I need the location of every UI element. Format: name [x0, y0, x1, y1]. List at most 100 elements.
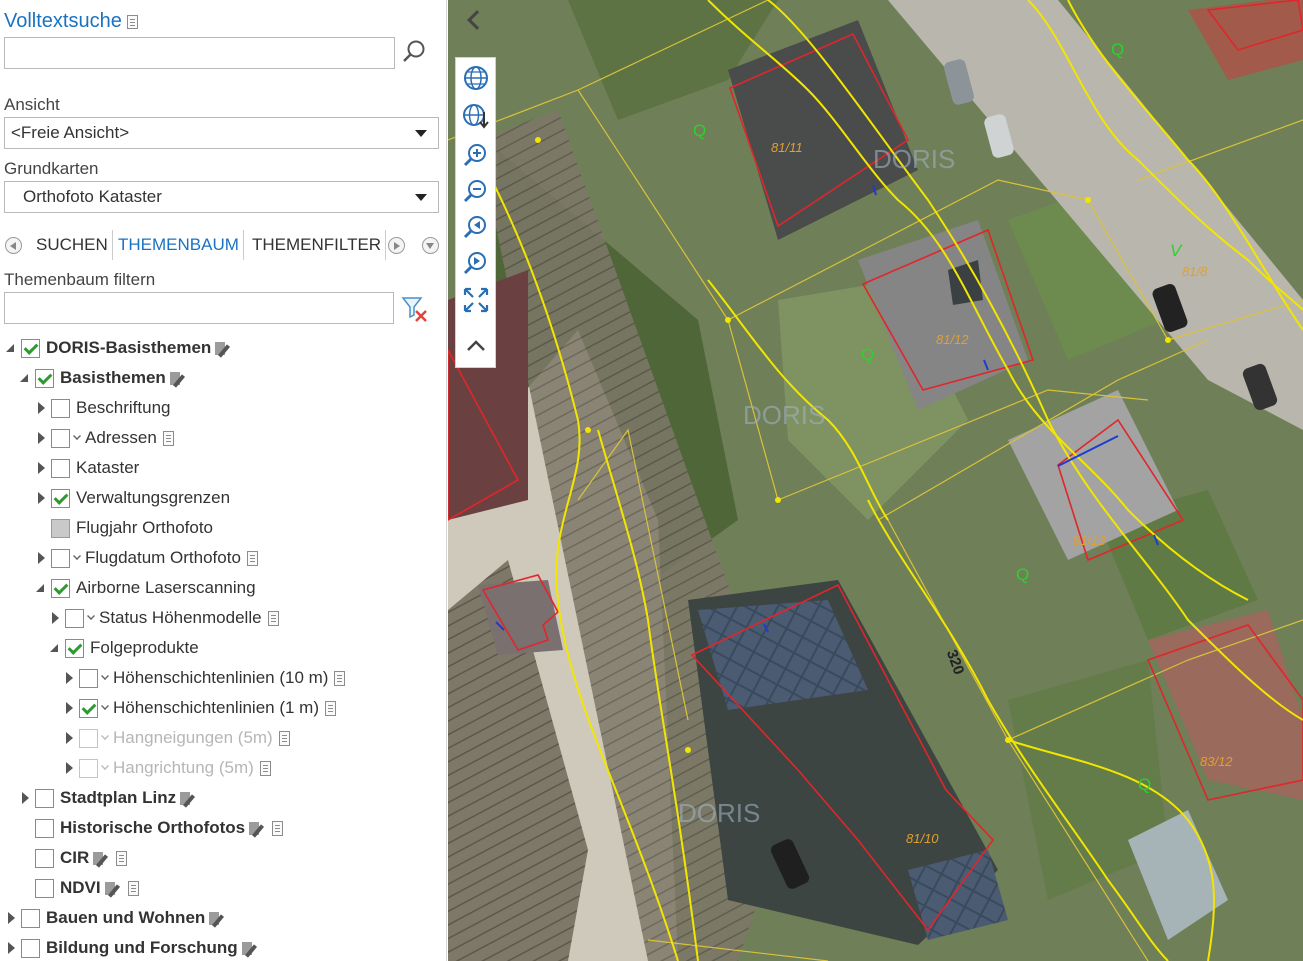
- globe-icon[interactable]: [462, 64, 490, 92]
- map-image[interactable]: 81/11 81/12 81/13 81/10 83/12 81/8 Q Q Q…: [448, 0, 1303, 961]
- layer-checkbox[interactable]: [51, 578, 70, 598]
- collapse-panel-button[interactable]: [462, 6, 490, 34]
- tree-node[interactable]: Flugdatum Orthofoto: [34, 543, 258, 573]
- expanded-triangle-icon[interactable]: [4, 341, 18, 355]
- layer-checkbox[interactable]: [51, 398, 70, 418]
- tree-node[interactable]: Airborne Laserscanning: [34, 573, 256, 603]
- layer-checkbox[interactable]: [65, 638, 84, 658]
- collapsed-triangle-icon[interactable]: [48, 611, 62, 625]
- tree-node[interactable]: Historische Orthofotos: [18, 813, 284, 843]
- edit-document-icon[interactable]: [249, 821, 266, 836]
- edit-document-icon[interactable]: [209, 911, 226, 926]
- tab-theme-filter[interactable]: THEMENFILTER: [248, 230, 387, 260]
- collapsed-triangle-icon[interactable]: [4, 911, 18, 925]
- chevron-down-icon[interactable]: [73, 552, 81, 560]
- chevron-down-icon[interactable]: [73, 432, 81, 440]
- tree-node[interactable]: CIR: [18, 843, 128, 873]
- document-info-icon[interactable]: [259, 760, 271, 776]
- collapsed-triangle-icon[interactable]: [62, 701, 76, 715]
- zoom-out-icon[interactable]: [462, 178, 490, 206]
- layer-checkbox[interactable]: [79, 668, 98, 688]
- document-info-icon[interactable]: [116, 850, 128, 866]
- document-info-icon[interactable]: [267, 610, 279, 626]
- expanded-triangle-icon[interactable]: [34, 581, 48, 595]
- collapsed-triangle-icon[interactable]: [62, 761, 76, 775]
- basemap-select[interactable]: Orthofoto Kataster: [4, 181, 439, 213]
- collapse-up-icon[interactable]: [462, 332, 490, 360]
- tab-scroll-left-icon[interactable]: [5, 237, 22, 254]
- edit-document-icon[interactable]: [215, 341, 232, 356]
- layer-checkbox[interactable]: [51, 458, 70, 478]
- layer-checkbox[interactable]: [79, 728, 98, 748]
- document-info-icon[interactable]: [246, 550, 258, 566]
- tree-node[interactable]: Bildung und Forschung: [4, 933, 259, 961]
- layer-checkbox[interactable]: [51, 428, 70, 448]
- zoom-next-icon[interactable]: [462, 250, 490, 278]
- globe-refresh-icon[interactable]: [462, 102, 490, 130]
- layer-checkbox[interactable]: [35, 818, 54, 838]
- tree-node[interactable]: DORIS-Basisthemen: [4, 333, 232, 363]
- zoom-previous-icon[interactable]: [462, 214, 490, 242]
- tree-node[interactable]: Beschriftung: [34, 393, 171, 423]
- layer-checkbox[interactable]: [35, 878, 54, 898]
- edit-document-icon[interactable]: [241, 941, 259, 956]
- edit-document-icon[interactable]: [104, 881, 122, 896]
- tree-node[interactable]: Flugjahr Orthofoto: [34, 513, 213, 543]
- search-input[interactable]: [5, 38, 394, 68]
- document-info-icon[interactable]: [272, 820, 284, 836]
- layer-checkbox[interactable]: [51, 488, 70, 508]
- chevron-down-icon[interactable]: [87, 612, 95, 620]
- tab-search[interactable]: SUCHEN: [32, 230, 113, 260]
- search-icon[interactable]: [400, 38, 428, 66]
- chevron-down-icon[interactable]: [101, 672, 109, 680]
- tab-scroll-right-icon[interactable]: [388, 237, 405, 254]
- tree-node[interactable]: Folgeprodukte: [48, 633, 199, 663]
- clear-filter-icon[interactable]: [401, 295, 429, 323]
- chevron-down-icon[interactable]: [101, 702, 109, 710]
- document-icon[interactable]: [126, 14, 138, 29]
- expanded-triangle-icon[interactable]: [18, 371, 32, 385]
- edit-document-icon[interactable]: [169, 371, 187, 386]
- layer-checkbox[interactable]: [35, 368, 54, 388]
- document-info-icon[interactable]: [127, 880, 139, 896]
- document-info-icon[interactable]: [334, 670, 346, 686]
- edit-document-icon[interactable]: [180, 791, 197, 806]
- edit-document-icon[interactable]: [93, 851, 110, 866]
- chevron-down-icon[interactable]: [101, 762, 109, 770]
- tree-node[interactable]: Basisthemen: [18, 363, 187, 393]
- tree-node[interactable]: Verwaltungsgrenzen: [34, 483, 230, 513]
- layer-checkbox[interactable]: [51, 518, 70, 538]
- tree-node[interactable]: Hangrichtung (5m): [62, 753, 271, 783]
- tree-filter-field[interactable]: [4, 292, 394, 324]
- tab-menu-icon[interactable]: [422, 237, 439, 254]
- document-info-icon[interactable]: [325, 700, 336, 716]
- map-canvas[interactable]: 81/11 81/12 81/13 81/10 83/12 81/8 Q Q Q…: [448, 0, 1303, 961]
- collapsed-triangle-icon[interactable]: [62, 731, 76, 745]
- tree-node[interactable]: Höhenschichtenlinien (1 m): [62, 693, 336, 723]
- layer-checkbox[interactable]: [21, 908, 40, 928]
- layer-checkbox[interactable]: [65, 608, 84, 628]
- tree-node[interactable]: Bauen und Wohnen: [4, 903, 226, 933]
- collapsed-triangle-icon[interactable]: [34, 431, 48, 445]
- layer-checkbox[interactable]: [21, 338, 40, 358]
- collapsed-triangle-icon[interactable]: [34, 551, 48, 565]
- document-info-icon[interactable]: [278, 730, 290, 746]
- search-field[interactable]: [4, 37, 395, 69]
- zoom-in-icon[interactable]: [462, 142, 490, 170]
- layer-checkbox[interactable]: [21, 938, 40, 958]
- collapsed-triangle-icon[interactable]: [34, 401, 48, 415]
- collapsed-triangle-icon[interactable]: [62, 671, 76, 685]
- tab-theme-tree[interactable]: THEMENBAUM: [114, 230, 244, 260]
- tree-node[interactable]: Kataster: [34, 453, 139, 483]
- collapsed-triangle-icon[interactable]: [4, 941, 18, 955]
- full-extent-icon[interactable]: [462, 286, 490, 314]
- expanded-triangle-icon[interactable]: [48, 641, 62, 655]
- layer-checkbox[interactable]: [79, 698, 98, 718]
- tree-node[interactable]: Höhenschichtenlinien (10 m): [62, 663, 346, 693]
- tree-node[interactable]: Hangneigungen (5m): [62, 723, 290, 753]
- collapsed-triangle-icon[interactable]: [34, 461, 48, 475]
- tree-node[interactable]: Adressen: [34, 423, 174, 453]
- document-info-icon[interactable]: [162, 430, 174, 446]
- layer-checkbox[interactable]: [51, 548, 70, 568]
- tree-filter-input[interactable]: [5, 293, 393, 323]
